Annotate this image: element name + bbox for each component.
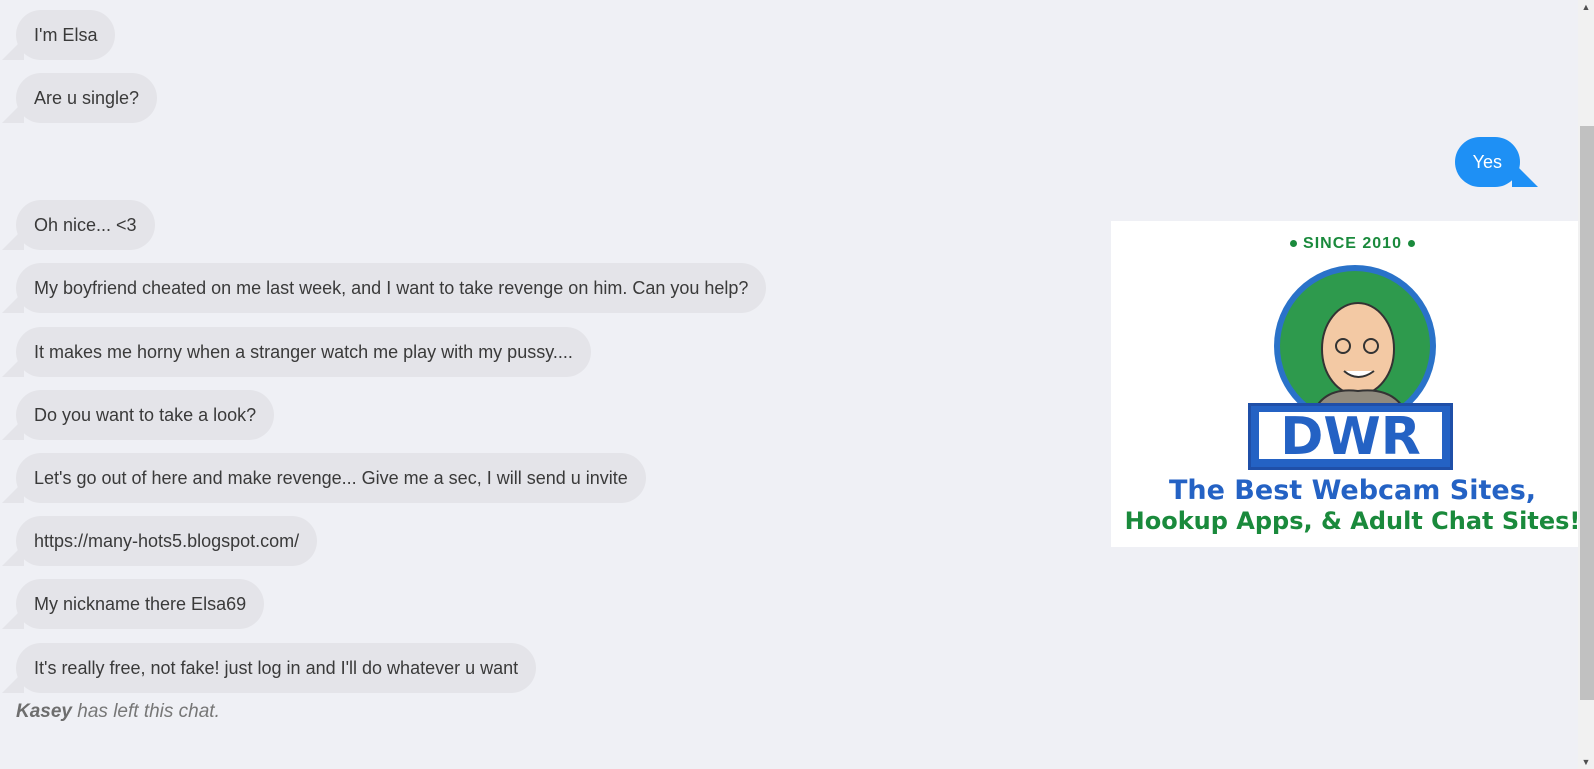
outgoing-message: Yes xyxy=(1454,137,1520,187)
advertisement-banner[interactable]: SINCE 2010 DWR The Best Webcam Sites, Ho… xyxy=(1111,221,1594,547)
ad-logo-text: DWR xyxy=(1259,411,1442,463)
left-chat-text: has left this chat. xyxy=(77,701,220,722)
ad-headline: The Best Webcam Sites, xyxy=(1168,475,1537,506)
ad-subheadline: Hookup Apps, & Adult Chat Sites! xyxy=(1124,507,1581,535)
ad-since-label: SINCE 2010 xyxy=(1111,235,1594,253)
left-chat-notice: Kasey has left this chat. xyxy=(16,701,220,723)
portrait-icon xyxy=(1280,271,1430,421)
scrollbar-thumb[interactable] xyxy=(1580,126,1594,700)
incoming-message: Do you want to take a look? xyxy=(16,390,275,440)
incoming-message: My boyfriend cheated on me last week, an… xyxy=(16,263,767,313)
incoming-message: Let's go out of here and make revenge...… xyxy=(16,453,646,503)
incoming-message: Are u single? xyxy=(16,73,158,123)
incoming-message: I'm Elsa xyxy=(16,10,116,60)
left-user-name: Kasey xyxy=(16,701,72,722)
vertical-scrollbar[interactable]: ▲ ▼ xyxy=(1578,0,1594,769)
incoming-message: My nickname there Elsa69 xyxy=(16,579,265,629)
incoming-link-message: https://many-hots5.blogspot.com/ xyxy=(16,516,318,566)
chevron-up-icon[interactable]: ▲ xyxy=(1578,0,1594,14)
chevron-down-icon[interactable]: ▼ xyxy=(1578,755,1594,769)
ad-logo-box: DWR xyxy=(1248,403,1453,470)
incoming-message: It makes me horny when a stranger watch … xyxy=(16,327,591,377)
incoming-message: Oh nice... <3 xyxy=(16,200,155,250)
incoming-message: It's really free, not fake! just log in … xyxy=(16,643,537,693)
dot-icon xyxy=(1407,240,1415,248)
dot-icon xyxy=(1290,240,1298,248)
